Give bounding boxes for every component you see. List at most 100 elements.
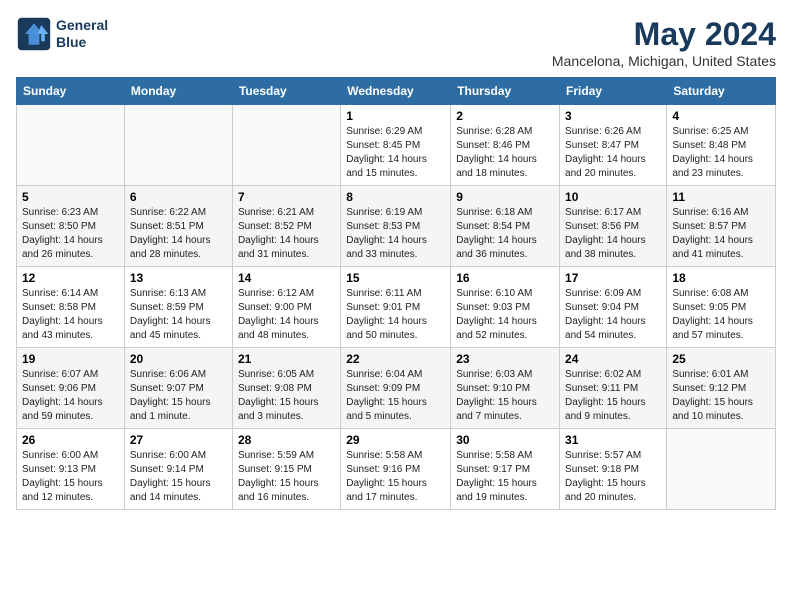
day-number: 23 — [456, 352, 554, 366]
logo-text: General Blue — [56, 17, 108, 51]
day-number: 9 — [456, 190, 554, 204]
day-number: 8 — [346, 190, 445, 204]
page-header: General Blue May 2024 Mancelona, Michiga… — [16, 16, 776, 69]
cell-content: Sunrise: 5:58 AM Sunset: 9:16 PM Dayligh… — [346, 449, 445, 505]
calendar-cell: 17Sunrise: 6:09 AM Sunset: 9:04 PM Dayli… — [560, 267, 667, 348]
cell-content: Sunrise: 6:03 AM Sunset: 9:10 PM Dayligh… — [456, 368, 554, 424]
cell-content: Sunrise: 6:06 AM Sunset: 9:07 PM Dayligh… — [130, 368, 227, 424]
cell-content: Sunrise: 6:19 AM Sunset: 8:53 PM Dayligh… — [346, 206, 445, 262]
location-title: Mancelona, Michigan, United States — [552, 53, 776, 69]
calendar-cell — [124, 105, 232, 186]
cell-content: Sunrise: 6:21 AM Sunset: 8:52 PM Dayligh… — [238, 206, 335, 262]
calendar-cell: 7Sunrise: 6:21 AM Sunset: 8:52 PM Daylig… — [232, 186, 340, 267]
day-number: 2 — [456, 109, 554, 123]
cell-content: Sunrise: 6:11 AM Sunset: 9:01 PM Dayligh… — [346, 287, 445, 343]
day-number: 29 — [346, 433, 445, 447]
day-number: 18 — [672, 271, 770, 285]
calendar-cell: 4 Sunrise: 6:25 AM Sunset: 8:48 PM Daylig… — [667, 105, 776, 186]
calendar-cell: 11Sunrise: 6:16 AM Sunset: 8:57 PM Dayli… — [667, 186, 776, 267]
cell-content: Sunrise: 6:25 AM Sunset: 8:48 PM Dayligh… — [672, 125, 770, 181]
calendar-cell: 18 Sunrise: 6:08 AM Sunset: 9:05 PM Dayli… — [667, 267, 776, 348]
calendar-cell: 5 Sunrise: 6:23 AM Sunset: 8:50 PM Daylig… — [17, 186, 125, 267]
day-number: 26 — [22, 433, 119, 447]
day-number: 28 — [238, 433, 335, 447]
calendar-cell: 25 Sunrise: 6:01 AM Sunset: 9:12 PM Dayli… — [667, 348, 776, 429]
calendar-week-row: 5 Sunrise: 6:23 AM Sunset: 8:50 PM Daylig… — [17, 186, 776, 267]
day-number: 25 — [672, 352, 770, 366]
cell-content: Sunrise: 6:18 AM Sunset: 8:54 PM Dayligh… — [456, 206, 554, 262]
calendar-body: 1 Sunrise: 6:29 AM Sunset: 8:45 PM Daylig… — [17, 105, 776, 510]
calendar-cell — [17, 105, 125, 186]
header-row: SundayMondayTuesdayWednesdayThursdayFrid… — [17, 78, 776, 105]
weekday-header: Friday — [560, 78, 667, 105]
cell-content: Sunrise: 5:59 AM Sunset: 9:15 PM Dayligh… — [238, 449, 335, 505]
cell-content: Sunrise: 5:58 AM Sunset: 9:17 PM Dayligh… — [456, 449, 554, 505]
month-title: May 2024 — [552, 16, 776, 53]
logo-icon — [16, 16, 52, 52]
day-number: 5 — [22, 190, 119, 204]
weekday-header: Monday — [124, 78, 232, 105]
day-number: 16 — [456, 271, 554, 285]
cell-content: Sunrise: 6:26 AM Sunset: 8:47 PM Dayligh… — [565, 125, 661, 181]
day-number: 22 — [346, 352, 445, 366]
calendar-cell: 16 Sunrise: 6:10 AM Sunset: 9:03 PM Dayli… — [451, 267, 560, 348]
cell-content: Sunrise: 6:16 AM Sunset: 8:57 PM Dayligh… — [672, 206, 770, 262]
day-number: 12 — [22, 271, 119, 285]
day-number: 27 — [130, 433, 227, 447]
calendar-cell: 13 Sunrise: 6:13 AM Sunset: 8:59 PM Dayli… — [124, 267, 232, 348]
day-number: 17 — [565, 271, 661, 285]
cell-content: Sunrise: 6:13 AM Sunset: 8:59 PM Dayligh… — [130, 287, 227, 343]
calendar-cell — [232, 105, 340, 186]
weekday-header: Wednesday — [341, 78, 451, 105]
cell-content: Sunrise: 6:22 AM Sunset: 8:51 PM Dayligh… — [130, 206, 227, 262]
cell-content: Sunrise: 6:28 AM Sunset: 8:46 PM Dayligh… — [456, 125, 554, 181]
day-number: 4 — [672, 109, 770, 123]
cell-content: Sunrise: 6:10 AM Sunset: 9:03 PM Dayligh… — [456, 287, 554, 343]
cell-content: Sunrise: 6:29 AM Sunset: 8:45 PM Dayligh… — [346, 125, 445, 181]
calendar-cell: 19 Sunrise: 6:07 AM Sunset: 9:06 PM Dayli… — [17, 348, 125, 429]
day-number: 14 — [238, 271, 335, 285]
cell-content: Sunrise: 6:08 AM Sunset: 9:05 PM Dayligh… — [672, 287, 770, 343]
weekday-header: Saturday — [667, 78, 776, 105]
calendar-cell: 6 Sunrise: 6:22 AM Sunset: 8:51 PM Daylig… — [124, 186, 232, 267]
calendar-cell: 1 Sunrise: 6:29 AM Sunset: 8:45 PM Daylig… — [341, 105, 451, 186]
calendar-cell: 10 Sunrise: 6:17 AM Sunset: 8:56 PM Dayli… — [560, 186, 667, 267]
calendar-week-row: 1 Sunrise: 6:29 AM Sunset: 8:45 PM Daylig… — [17, 105, 776, 186]
cell-content: Sunrise: 6:00 AM Sunset: 9:14 PM Dayligh… — [130, 449, 227, 505]
cell-content: Sunrise: 5:57 AM Sunset: 9:18 PM Dayligh… — [565, 449, 661, 505]
day-number: 13 — [130, 271, 227, 285]
day-number: 30 — [456, 433, 554, 447]
calendar-cell: 14Sunrise: 6:12 AM Sunset: 9:00 PM Dayli… — [232, 267, 340, 348]
calendar-cell — [667, 429, 776, 510]
day-number: 20 — [130, 352, 227, 366]
calendar-cell: 22Sunrise: 6:04 AM Sunset: 9:09 PM Dayli… — [341, 348, 451, 429]
cell-content: Sunrise: 6:23 AM Sunset: 8:50 PM Dayligh… — [22, 206, 119, 262]
weekday-header: Tuesday — [232, 78, 340, 105]
calendar-cell: 20 Sunrise: 6:06 AM Sunset: 9:07 PM Dayli… — [124, 348, 232, 429]
title-block: May 2024 Mancelona, Michigan, United Sta… — [552, 16, 776, 69]
calendar-cell: 3Sunrise: 6:26 AM Sunset: 8:47 PM Daylig… — [560, 105, 667, 186]
calendar-cell: 8 Sunrise: 6:19 AM Sunset: 8:53 PM Daylig… — [341, 186, 451, 267]
day-number: 31 — [565, 433, 661, 447]
calendar-week-row: 19 Sunrise: 6:07 AM Sunset: 9:06 PM Dayli… — [17, 348, 776, 429]
cell-content: Sunrise: 6:07 AM Sunset: 9:06 PM Dayligh… — [22, 368, 119, 424]
cell-content: Sunrise: 6:01 AM Sunset: 9:12 PM Dayligh… — [672, 368, 770, 424]
weekday-header: Sunday — [17, 78, 125, 105]
day-number: 10 — [565, 190, 661, 204]
calendar-cell: 28 Sunrise: 5:59 AM Sunset: 9:15 PM Dayli… — [232, 429, 340, 510]
calendar-cell: 30 Sunrise: 5:58 AM Sunset: 9:17 PM Dayli… — [451, 429, 560, 510]
day-number: 6 — [130, 190, 227, 204]
day-number: 1 — [346, 109, 445, 123]
calendar-week-row: 26 Sunrise: 6:00 AM Sunset: 9:13 PM Dayli… — [17, 429, 776, 510]
calendar-header: SundayMondayTuesdayWednesdayThursdayFrid… — [17, 78, 776, 105]
cell-content: Sunrise: 6:00 AM Sunset: 9:13 PM Dayligh… — [22, 449, 119, 505]
day-number: 15 — [346, 271, 445, 285]
logo: General Blue — [16, 16, 108, 52]
day-number: 21 — [238, 352, 335, 366]
day-number: 19 — [22, 352, 119, 366]
cell-content: Sunrise: 6:17 AM Sunset: 8:56 PM Dayligh… — [565, 206, 661, 262]
calendar-cell: 27 Sunrise: 6:00 AM Sunset: 9:14 PM Dayli… — [124, 429, 232, 510]
calendar-table: SundayMondayTuesdayWednesdayThursdayFrid… — [16, 77, 776, 510]
calendar-cell: 9 Sunrise: 6:18 AM Sunset: 8:54 PM Daylig… — [451, 186, 560, 267]
weekday-header: Thursday — [451, 78, 560, 105]
